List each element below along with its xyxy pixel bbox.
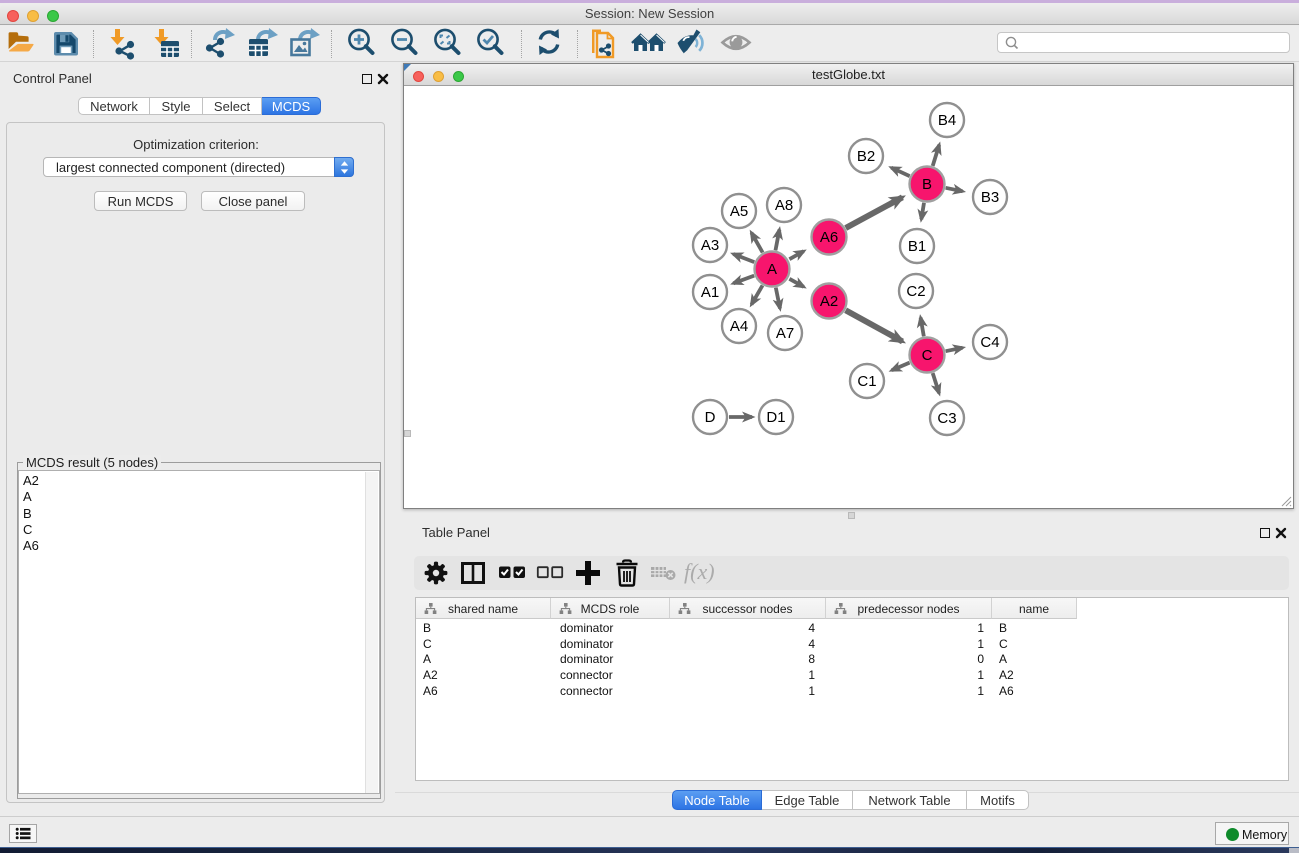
svg-text:A5: A5 bbox=[730, 203, 748, 220]
svg-text:A8: A8 bbox=[775, 197, 793, 214]
svg-text:A7: A7 bbox=[776, 325, 794, 342]
svg-text:C4: C4 bbox=[980, 334, 999, 351]
svg-text:B4: B4 bbox=[938, 112, 956, 129]
svg-text:B2: B2 bbox=[857, 148, 875, 165]
svg-text:D: D bbox=[705, 409, 716, 426]
svg-text:A: A bbox=[767, 261, 777, 278]
svg-text:A4: A4 bbox=[730, 318, 748, 335]
svg-text:D1: D1 bbox=[766, 409, 785, 426]
svg-text:A3: A3 bbox=[701, 237, 719, 254]
svg-text:C: C bbox=[922, 347, 933, 364]
svg-text:B: B bbox=[922, 176, 932, 193]
svg-text:B1: B1 bbox=[908, 238, 926, 255]
svg-text:C3: C3 bbox=[937, 410, 956, 427]
svg-text:A2: A2 bbox=[820, 293, 838, 310]
svg-text:C2: C2 bbox=[906, 283, 925, 300]
svg-text:B3: B3 bbox=[981, 189, 999, 206]
svg-text:C1: C1 bbox=[857, 373, 876, 390]
svg-text:A1: A1 bbox=[701, 284, 719, 301]
svg-text:A6: A6 bbox=[820, 229, 838, 246]
